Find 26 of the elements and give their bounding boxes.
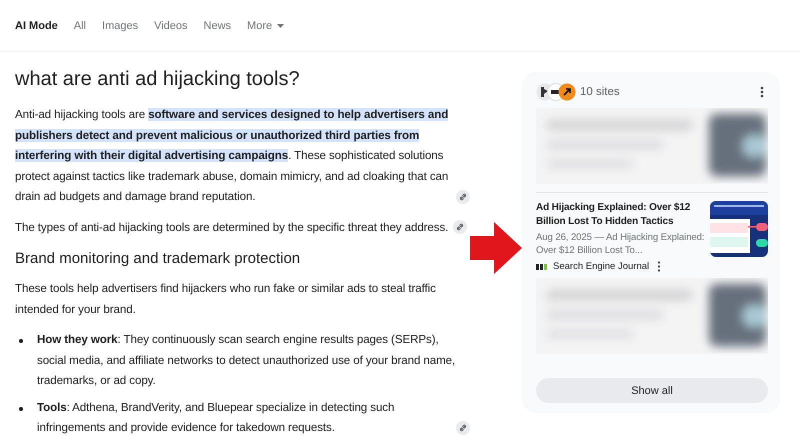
article-title-link[interactable]: Ad Hijacking Explained: Over $12 Billion Lost To Hidden Tactics	[536, 201, 705, 229]
answer-paragraph: Anti-ad hijacking tools are software and services designed to help advertisers and publishers detect and prevent malicious or unauthorized third parties from interfering with their digital advertising campaigns. These sophisticated solutions protect against tactics like trademark abuse, domain mimicry, and ad cloaking that can drain ad budgets and damage brand reputation.	[15, 107, 450, 205]
bullet-icon	[19, 339, 23, 343]
show-all-button[interactable]: Show all	[536, 378, 768, 403]
tab[interactable]: Videos	[154, 20, 188, 32]
tab[interactable]: AI Mode	[15, 20, 58, 32]
tab[interactable]: All	[74, 20, 86, 32]
link-icon[interactable]	[456, 420, 470, 434]
source-name: Search Engine Journal	[553, 261, 650, 272]
link-icon[interactable]	[453, 220, 468, 234]
bullet-text: How they work: They continuously scan search engine results pages (SERPs), social media, and affiliate networks to detect unauthorized use of your brand name, trademarks, or ad copy.	[37, 332, 456, 389]
tab[interactable]: More	[247, 20, 284, 32]
sites-count: 10 sites	[580, 86, 621, 98]
tab[interactable]: News	[204, 20, 232, 32]
section-heading: Brand monitoring and trademark protection	[15, 250, 302, 267]
bullet-text: Tools: Adthena, BrandVerity, and Bluepear specialize in detecting such infringements and provide evidence for takedown requests.	[37, 400, 396, 436]
answer-paragraph: These tools help advertisers find hijackers who run fake or similar ads to steal traffic intended for your brand.	[15, 281, 437, 318]
site-icons-drawing	[536, 83, 576, 101]
question-heading: what are anti ad hijacking tools?	[15, 68, 301, 91]
site-logo-icon	[536, 262, 549, 270]
link-icon[interactable]	[456, 190, 470, 204]
tab[interactable]: Images	[102, 20, 138, 32]
right-arrow-icon	[470, 222, 522, 274]
bullet-icon	[19, 406, 23, 410]
article-snippet: Aug 26, 2025 — Ad Hijacking Explained: Over $12 Billion Lost To...	[536, 231, 705, 257]
answer-paragraph: The types of anti-ad hijacking tools are determined by the specific threat they address.	[15, 220, 448, 236]
